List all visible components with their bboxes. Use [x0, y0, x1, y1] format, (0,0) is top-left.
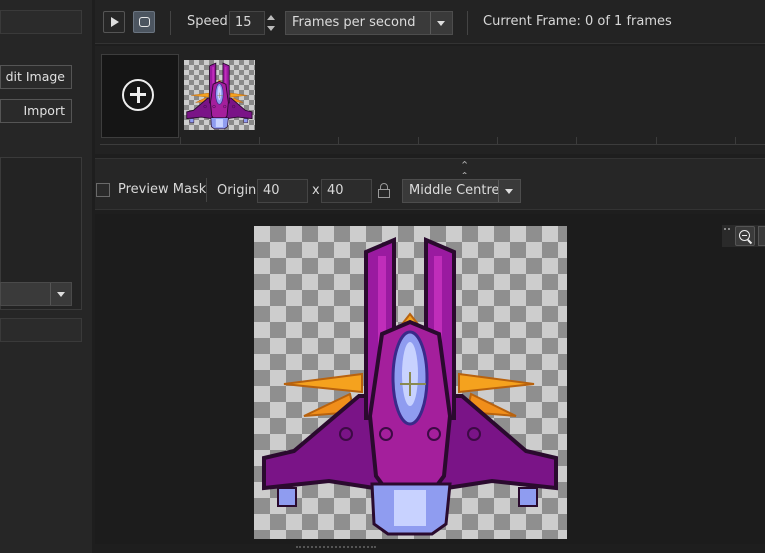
- sprite-canvas[interactable]: [254, 226, 567, 539]
- timeline-tick: [497, 137, 498, 144]
- speed-unit-value: Frames per second: [292, 15, 416, 30]
- timeline-tick: [418, 137, 419, 144]
- zoom-reset-icon[interactable]: [758, 226, 765, 246]
- chevron-down-icon[interactable]: [430, 12, 452, 34]
- zoom-out-icon[interactable]: [735, 226, 755, 246]
- resize-grip[interactable]: [296, 546, 376, 550]
- import-button[interactable]: Import: [0, 99, 72, 123]
- toolbar-divider: [170, 11, 171, 35]
- chevron-down-icon[interactable]: [498, 180, 520, 202]
- loop-icon[interactable]: [133, 11, 155, 33]
- speed-stepper[interactable]: [265, 11, 278, 35]
- origin-x-input[interactable]: 40: [257, 179, 308, 203]
- origin-separator: x: [312, 183, 320, 198]
- play-icon[interactable]: [103, 11, 125, 33]
- toolbar-divider: [206, 178, 207, 202]
- speed-label: Speed:: [187, 14, 233, 29]
- frame-thumbnail-sprite: [186, 62, 253, 130]
- add-frame-icon[interactable]: [122, 79, 154, 111]
- grip-icon[interactable]: [724, 228, 730, 244]
- timeline-tick: [180, 137, 181, 144]
- toolbar-divider: [467, 11, 468, 35]
- panel-splitter[interactable]: [95, 158, 765, 174]
- origin-preset-value: Middle Centre: [409, 183, 500, 198]
- timeline-tick: [735, 137, 736, 144]
- speed-input[interactable]: 15: [229, 11, 265, 35]
- chevron-down-icon[interactable]: [50, 283, 71, 305]
- timeline-tick: [656, 137, 657, 144]
- spaceship-sprite: [262, 238, 558, 536]
- timeline-tick: [338, 137, 339, 144]
- left-field[interactable]: [0, 318, 82, 342]
- preview-mask-checkbox[interactable]: [96, 183, 110, 197]
- edit-image-button[interactable]: dit Image: [0, 65, 72, 89]
- timeline-tick: [576, 137, 577, 144]
- preview-mask-label: Preview Mask: [118, 182, 207, 197]
- origin-y-input[interactable]: 40: [321, 179, 372, 203]
- lock-icon[interactable]: [378, 183, 390, 199]
- frame-timeline: [100, 144, 765, 145]
- current-frame-text: Current Frame: 0 of 1 frames: [483, 14, 672, 29]
- speed-unit-select[interactable]: Frames per second: [285, 11, 453, 35]
- timeline-tick: [259, 137, 260, 144]
- sprite-name-field[interactable]: [0, 10, 82, 34]
- origin-label: Origin:: [217, 183, 261, 198]
- frame-thumbnail[interactable]: [184, 60, 255, 130]
